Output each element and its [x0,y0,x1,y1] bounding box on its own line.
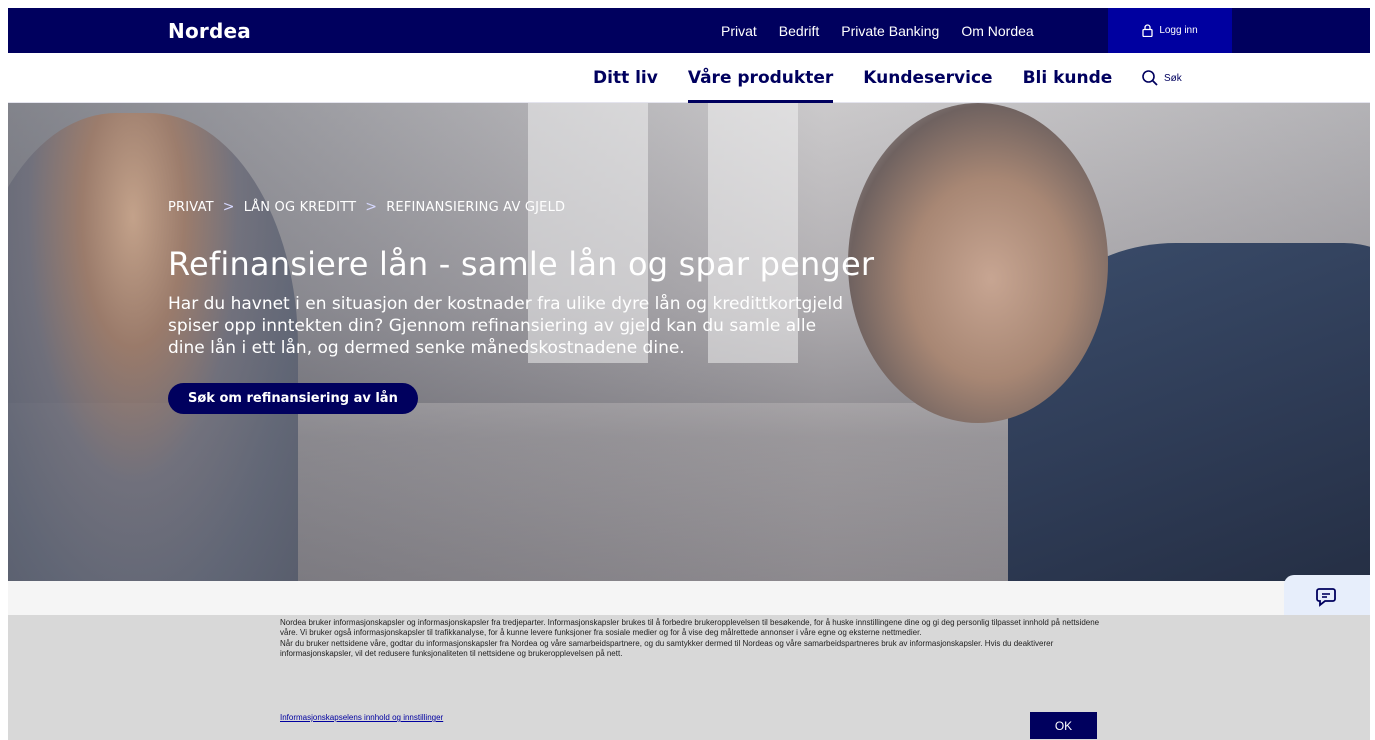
top-nav: Privat Bedrift Private Banking Om Nordea [721,8,1056,53]
top-bar: Nordea Privat Bedrift Private Banking Om… [8,8,1370,53]
cookie-text-paragraph-2: Når du bruker nettsidene våre, godtar du… [280,638,1054,658]
nav-bli-kunde[interactable]: Bli kunde [1023,53,1113,103]
search-icon [1142,70,1158,86]
breadcrumb-lan-og-kreditt[interactable]: LÅN OG KREDITT [244,200,357,215]
topnav-om-nordea[interactable]: Om Nordea [961,23,1033,39]
topnav-bedrift[interactable]: Bedrift [779,23,819,39]
cookie-ok-button[interactable]: OK [1030,712,1097,739]
topnav-private-banking[interactable]: Private Banking [841,23,939,39]
page-title: Refinansiere lån - samle lån og spar pen… [168,245,875,283]
cookie-text: Nordea bruker informasjonskapsler og inf… [280,618,1110,659]
hero-section: PRIVAT > LÅN OG KREDITT > REFINANSIERING… [8,103,1370,581]
content-strip [8,581,1370,615]
nav-ditt-liv[interactable]: Ditt liv [593,53,658,103]
chevron-right-icon: > [222,199,235,215]
nav-kundeservice[interactable]: Kundeservice [863,53,992,103]
cookie-banner: Nordea bruker informasjonskapsler og inf… [8,615,1370,740]
search-label: Søk [1164,72,1182,84]
hero-description: Har du havnet i en situasjon der kostnad… [168,294,844,358]
cookie-settings-link[interactable]: Informasjonskapselens innhold og innstil… [280,713,443,722]
hero-content: PRIVAT > LÅN OG KREDITT > REFINANSIERING… [168,199,888,414]
breadcrumb-privat[interactable]: PRIVAT [168,200,214,215]
search-button[interactable]: Søk [1141,53,1182,103]
login-label: Logg inn [1159,25,1198,36]
breadcrumb: PRIVAT > LÅN OG KREDITT > REFINANSIERING… [168,199,888,215]
lock-icon [1142,24,1153,37]
login-button[interactable]: Logg inn [1108,8,1232,53]
topnav-privat[interactable]: Privat [721,23,757,39]
chat-bubble-icon [1316,588,1336,607]
breadcrumb-refinansiering: REFINANSIERING AV GJELD [386,199,566,215]
main-nav: Ditt liv Våre produkter Kundeservice Bli… [8,53,1370,103]
cookie-text-paragraph-1: Nordea bruker informasjonskapsler og inf… [280,618,1100,638]
nordea-logo[interactable]: Nordea [168,19,251,43]
apply-refinancing-button[interactable]: Søk om refinansiering av lån [168,383,418,414]
chat-button[interactable] [1284,575,1370,617]
nav-vare-produkter[interactable]: Våre produkter [687,53,834,103]
chevron-right-icon: > [365,199,378,215]
